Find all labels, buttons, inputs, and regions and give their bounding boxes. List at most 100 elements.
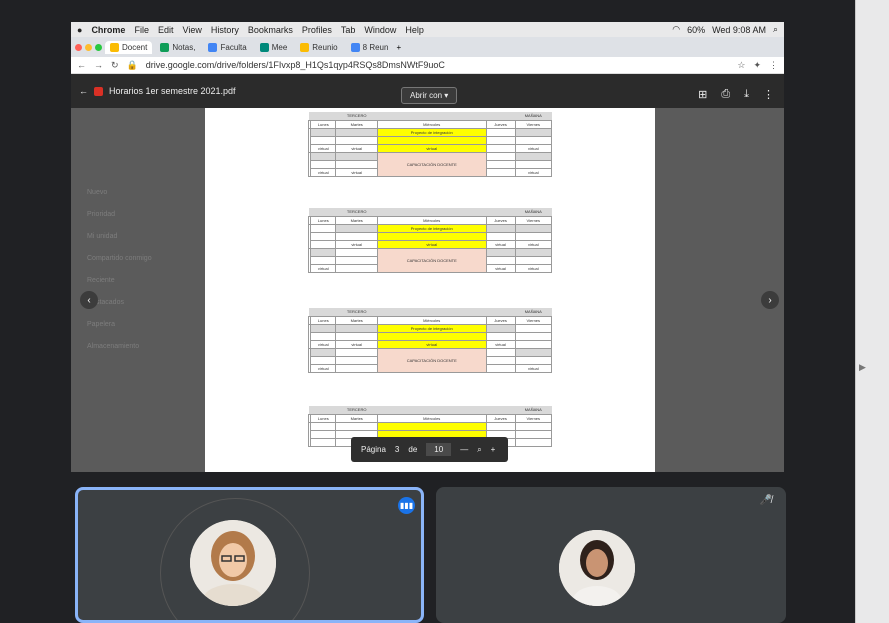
previous-file-button[interactable]: ‹: [80, 291, 98, 309]
schedule-row: Lunes Martes Miércoles Jueves Viernes: [307, 315, 553, 325]
menu-view[interactable]: View: [182, 25, 201, 35]
forward-icon[interactable]: →: [94, 60, 103, 70]
schedule-cell: virtual: [485, 263, 516, 273]
schedule-cell: [335, 323, 378, 333]
side-panel-strip: [855, 0, 889, 623]
schedule-cell: [335, 159, 378, 169]
zoom-icon[interactable]: ⌕: [477, 445, 481, 455]
schedule-cell: Proyecto de integración: [376, 127, 487, 137]
extensions-icon[interactable]: ✦: [753, 60, 761, 71]
back-icon[interactable]: ←: [77, 60, 86, 70]
menu-tab[interactable]: Tab: [341, 25, 356, 35]
schedule-cell: [308, 308, 336, 316]
add-to-drive-icon[interactable]: ⊞: [698, 88, 707, 101]
schedule-cell: virtual: [514, 167, 553, 177]
address-bar: ← → ↻ 🔒 drive.google.com/drive/folders/1…: [71, 57, 784, 74]
menu-file[interactable]: File: [134, 25, 149, 35]
schedule-cell: [485, 355, 516, 365]
schedule-cell: virtual: [514, 239, 553, 249]
schedule-cell: [485, 143, 516, 153]
menu-dots-icon[interactable]: ⋮: [769, 60, 778, 71]
schedule-cell: [310, 347, 337, 357]
schedule-cell: Lunes: [310, 413, 337, 423]
open-with-button[interactable]: Abrir con ▾: [401, 87, 458, 104]
tab-notas[interactable]: Notas,: [155, 41, 200, 54]
schedule-cell: [335, 247, 378, 257]
tab-reunion[interactable]: Reunio: [295, 41, 342, 54]
schedule-row: Proyecto de integración: [307, 223, 553, 249]
sheets-icon: [160, 42, 170, 52]
schedule-cell: [485, 167, 516, 177]
schedule-cell: [310, 239, 337, 249]
schedule-cell: Jueves: [485, 215, 516, 225]
schedule-cell: [514, 437, 553, 447]
schedule-cell: [376, 135, 487, 145]
schedule-row: [307, 421, 553, 447]
schedule-cell: [485, 347, 516, 357]
zoom-out-icon[interactable]: —: [460, 445, 468, 454]
schedule-cell: [335, 331, 378, 341]
current-page[interactable]: 3: [395, 445, 399, 454]
pdf-viewer: Nuevo Prioridad Mi unidad Compartido con…: [71, 74, 784, 472]
schedule-cell: [335, 231, 378, 241]
menu-help[interactable]: Help: [405, 25, 424, 35]
tab-facultad[interactable]: Faculta: [203, 41, 251, 54]
schedule-cell: [335, 421, 378, 431]
schedule-cell: TERCERO: [335, 406, 378, 414]
schedule-cell: [485, 247, 516, 257]
tab-meet[interactable]: Mee: [255, 41, 293, 54]
schedule-cell: [308, 406, 336, 414]
schedule-row: [309, 135, 553, 145]
participant-tile-1[interactable]: ▮▮▮: [75, 487, 424, 623]
tab-docentes[interactable]: Docent: [105, 40, 153, 54]
total-pages: 10: [426, 443, 452, 456]
menu-app: Chrome: [91, 24, 126, 35]
url-field[interactable]: drive.google.com/drive/folders/1FIvxp8_H…: [146, 60, 730, 70]
schedule-cell: [335, 127, 378, 137]
schedule-cell: virtual: [335, 339, 378, 349]
avatar-portrait: [559, 530, 635, 606]
schedule-cell: Miércoles: [376, 119, 487, 129]
clock: Wed 9:08 AM: [712, 24, 766, 35]
menu-profiles[interactable]: Profiles: [302, 25, 332, 35]
reload-icon[interactable]: ↻: [111, 60, 119, 71]
menu-bookmarks[interactable]: Bookmarks: [248, 25, 293, 35]
schedule-row: Lunes Martes Miércoles Jueves Viernes: [307, 119, 553, 129]
schedule-cell: TERCERO: [335, 308, 378, 316]
search-icon[interactable]: ⌕: [773, 24, 778, 35]
participant-tile-2[interactable]: 🎤̸: [436, 487, 786, 623]
schedule-cell: [310, 231, 337, 241]
new-tab-icon[interactable]: +: [396, 43, 401, 52]
schedule-cell: [377, 112, 516, 120]
schedule-row: Lunes Martes Miércoles Jueves Viernes: [307, 215, 553, 225]
schedule-cell: virtual: [310, 143, 337, 153]
schedule-cell: Lunes: [310, 119, 337, 129]
zoom-in-icon[interactable]: +: [491, 445, 496, 454]
menu-window[interactable]: Window: [364, 25, 396, 35]
bookmark-star-icon[interactable]: ☆: [737, 60, 745, 71]
schedule-cell: virtual: [335, 239, 378, 249]
download-icon[interactable]: ⤓: [744, 88, 749, 101]
schedule-cell: [310, 437, 337, 447]
close-window-icon[interactable]: [75, 43, 82, 51]
viewer-actions: ⊞ ⎙ ⤓ ⋮: [698, 88, 774, 101]
minimize-icon[interactable]: [85, 43, 92, 51]
participant-avatar: [190, 520, 276, 606]
print-icon[interactable]: ⎙: [721, 88, 730, 101]
maximize-icon[interactable]: [95, 43, 102, 51]
schedule-cell: [514, 339, 553, 349]
schedule-cell: Martes: [335, 119, 378, 129]
participant-avatar: [559, 530, 635, 606]
schedule-cell: [514, 331, 553, 341]
more-options-icon[interactable]: ⋮: [763, 88, 774, 101]
menu-edit[interactable]: Edit: [158, 25, 174, 35]
expand-panel-icon[interactable]: ▶: [859, 362, 866, 373]
schedule-cell: [335, 363, 378, 373]
next-file-button[interactable]: ›: [761, 291, 779, 309]
schedule-cell: Viernes: [514, 413, 553, 423]
back-arrow-icon[interactable]: ←: [79, 86, 88, 96]
menu-history[interactable]: History: [211, 25, 239, 35]
schedule-cell: Miércoles: [376, 413, 487, 423]
tab-8-reuniones[interactable]: 8 Reun: [346, 41, 394, 54]
schedule-cell: Lunes: [310, 215, 337, 225]
